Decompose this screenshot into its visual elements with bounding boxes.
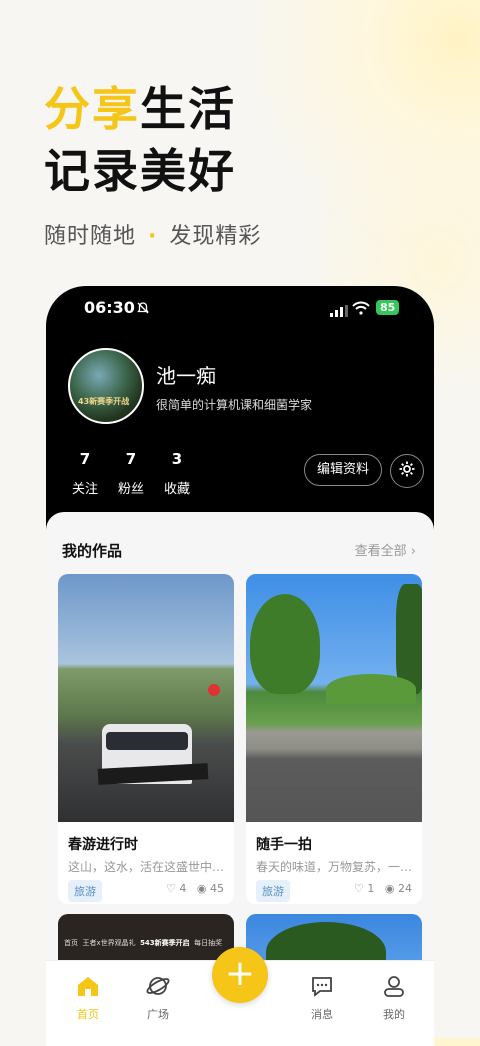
user-bio: 很简单的计算机课和细菌学家 [156, 398, 313, 412]
hero-subtitle: 随时随地 · 发现精彩 [44, 218, 261, 250]
hero: 分享生活 记录美好 [44, 78, 236, 202]
gear-icon [398, 460, 416, 482]
username: 池一痴 [156, 364, 216, 388]
eye-icon: ◉ [384, 882, 395, 895]
work-title: 春游进行时 [68, 837, 138, 853]
work-tag[interactable]: 旅游 [68, 880, 102, 902]
message-icon [310, 977, 334, 1000]
tab-square[interactable]: 广场 [128, 975, 188, 1022]
stat-number: 7 [79, 450, 91, 468]
avatar[interactable]: 43新赛季开战 [68, 348, 144, 424]
work-photo-park [246, 574, 422, 822]
partial-tab: 543新赛季开启 [140, 939, 190, 947]
stat-followers[interactable]: 7 粉丝 [106, 450, 156, 497]
subtitle-dot: · [148, 224, 158, 249]
works-title: 我的作品 [62, 542, 123, 560]
view-count: 45 [210, 882, 224, 895]
tab-messages[interactable]: 消息 [292, 975, 352, 1022]
stat-label: 收藏 [163, 482, 190, 497]
partial-card-tabs: 首页 王者x世界观晶礼 543新赛季开启 每日抽奖 [64, 938, 222, 948]
tab-label: 消息 [311, 1008, 333, 1021]
status-bar: 06:30 85 [46, 286, 434, 330]
like-count: 1 [367, 882, 375, 895]
mute-bell-icon [136, 300, 150, 319]
subtitle-left: 随时随地 [44, 224, 137, 249]
like-count: 4 [179, 882, 187, 895]
edit-profile-button[interactable]: 编辑资料 [304, 454, 382, 486]
stat-number: 7 [125, 450, 137, 468]
wifi-icon [352, 300, 370, 319]
bottom-tab-bar: 首页 广场 + 消息 我的 [46, 947, 434, 1046]
signal-icon [330, 302, 348, 321]
work-desc: 春天的味道，万物复苏，一… [256, 860, 413, 874]
tab-label: 我的 [383, 1008, 405, 1021]
stat-label: 关注 [71, 482, 98, 497]
work-meta: ♡ 4 ◉ 45 [166, 882, 224, 895]
work-card[interactable]: 春游进行时 这山，这水，活在这盛世中… 旅游 ♡ 4 ◉ 45 [58, 574, 234, 904]
partial-tab: 王者x世界观晶礼 [82, 939, 136, 947]
user-icon [382, 976, 406, 1000]
subtitle-right: 发现精彩 [169, 224, 262, 249]
settings-button[interactable] [390, 454, 424, 488]
hero-line-2: 记录美好 [44, 144, 236, 198]
tab-label: 首页 [77, 1008, 99, 1021]
work-meta: ♡ 1 ◉ 24 [354, 882, 412, 895]
tab-profile[interactable]: 我的 [364, 975, 424, 1022]
work-card[interactable]: 随手一拍 春天的味道，万物复苏，一… 旅游 ♡ 1 ◉ 24 [246, 574, 422, 904]
hero-accent-text: 分享 [44, 82, 140, 136]
hero-text: 生活 [140, 82, 236, 136]
hero-line-1: 分享生活 [44, 78, 236, 140]
stat-following[interactable]: 7 关注 [60, 450, 110, 497]
tab-home[interactable]: 首页 [58, 975, 118, 1022]
work-photo-street [58, 574, 234, 822]
battery-indicator: 85 [376, 300, 400, 315]
status-time: 06:30 [84, 298, 135, 317]
avatar-caption: 43新赛季开战 [78, 397, 130, 406]
stat-number: 3 [171, 450, 183, 468]
heart-icon[interactable]: ♡ [354, 882, 364, 895]
stat-favorites[interactable]: 3 收藏 [152, 450, 202, 497]
tab-label: 广场 [147, 1008, 169, 1021]
eye-icon: ◉ [196, 882, 207, 895]
partial-tab: 首页 [64, 939, 78, 947]
planet-icon [146, 977, 170, 1000]
add-post-button[interactable]: + [212, 947, 268, 1003]
work-desc: 这山，这水，活在这盛世中… [68, 860, 225, 874]
heart-icon[interactable]: ♡ [166, 882, 176, 895]
phone-mockup: 06:30 85 43新赛季开战 池一痴 很简单的计算机课和细菌学家 7 关注 … [46, 286, 434, 1046]
partial-tab: 每日抽奖 [194, 939, 223, 947]
home-icon [76, 977, 100, 1000]
work-tag[interactable]: 旅游 [256, 880, 290, 902]
view-count: 24 [398, 882, 412, 895]
see-all-link[interactable]: 查看全部 › [355, 540, 416, 559]
work-title: 随手一拍 [256, 837, 312, 853]
stat-label: 粉丝 [117, 482, 144, 497]
